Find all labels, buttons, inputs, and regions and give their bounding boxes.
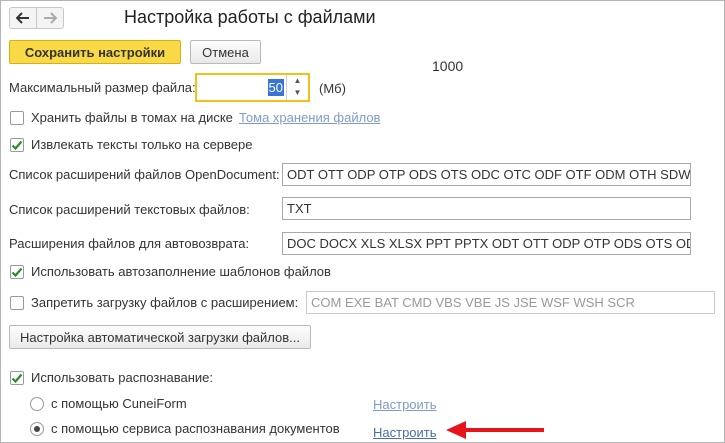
autofill-templates-checkbox[interactable] xyxy=(10,265,24,279)
arrow-right-icon xyxy=(44,12,57,24)
opendocument-ext-label: Список расширений файлов OpenDocument: xyxy=(9,167,280,182)
max-file-size-unit: (Мб) xyxy=(319,81,346,96)
nav-back-button[interactable] xyxy=(9,7,37,29)
max-file-size-spinner[interactable]: 50 ▲ ▼ xyxy=(195,73,310,102)
checkmark-icon xyxy=(11,267,23,278)
checkmark-icon xyxy=(11,140,23,151)
max-file-size-value[interactable]: 50 xyxy=(267,79,284,96)
spin-down-icon[interactable]: ▼ xyxy=(287,87,308,99)
opendocument-ext-field[interactable]: ODT OTT ODP OTP ODS OTS ODC OTC ODF OTF … xyxy=(282,163,691,186)
radio-recognition-service[interactable] xyxy=(30,422,44,436)
window-title: Настройка работы с файлами xyxy=(124,7,376,27)
radio-recognition-service-label: с помощью сервиса распознавания документ… xyxy=(51,421,340,436)
auto-upload-settings-button[interactable]: Настройка автоматической загрузки файлов… xyxy=(9,325,311,349)
radio-cuneiform[interactable] xyxy=(30,397,44,411)
use-recognition-checkbox[interactable] xyxy=(10,371,24,385)
text-ext-field[interactable]: TXT xyxy=(282,197,691,220)
extract-on-server-label: Извлекать тексты только на сервере xyxy=(31,137,253,152)
cancel-button[interactable]: Отмена xyxy=(190,40,261,64)
cuneiform-configure-link[interactable]: Настроить xyxy=(373,397,437,412)
forbid-upload-checkbox[interactable] xyxy=(10,296,24,310)
checkmark-icon xyxy=(11,373,23,384)
red-arrow-icon xyxy=(446,421,544,439)
autoreturn-ext-field[interactable]: DOC DOCX XLS XLSX PPT PPTX ODT OTT ODP O… xyxy=(282,232,691,255)
floating-value-text: 1000 xyxy=(432,58,464,74)
text-ext-label: Список расширений текстовых файлов: xyxy=(9,202,250,217)
settings-window: Настройка работы с файлами Сохранить нас… xyxy=(0,0,725,443)
radio-selected-dot xyxy=(34,426,40,432)
spin-up-icon[interactable]: ▲ xyxy=(287,75,308,87)
max-file-size-label: Максимальный размер файла: xyxy=(9,80,196,95)
arrow-left-icon xyxy=(16,12,29,24)
autofill-templates-label: Использовать автозаполнение шаблонов фай… xyxy=(31,264,331,279)
forbid-upload-field[interactable]: COM EXE BAT CMD VBS VBE JS JSE WSF WSH S… xyxy=(306,291,715,314)
radio-cuneiform-label: с помощью CuneiForm xyxy=(51,396,187,411)
store-in-volumes-label: Хранить файлы в томах на диске xyxy=(31,110,233,125)
use-recognition-label: Использовать распознавание: xyxy=(31,370,213,385)
autoreturn-ext-label: Расширения файлов для автовозврата: xyxy=(9,236,250,251)
save-settings-button[interactable]: Сохранить настройки xyxy=(9,40,181,64)
forbid-upload-label: Запретить загрузку файлов с расширением: xyxy=(31,295,299,310)
store-in-volumes-checkbox[interactable] xyxy=(10,111,24,125)
recognition-service-configure-link[interactable]: Настроить xyxy=(373,425,437,440)
nav-forward-button[interactable] xyxy=(36,7,64,29)
volumes-link[interactable]: Тома хранения файлов xyxy=(239,110,380,125)
spinner-arrows[interactable]: ▲ ▼ xyxy=(286,75,308,100)
extract-on-server-checkbox[interactable] xyxy=(10,138,24,152)
